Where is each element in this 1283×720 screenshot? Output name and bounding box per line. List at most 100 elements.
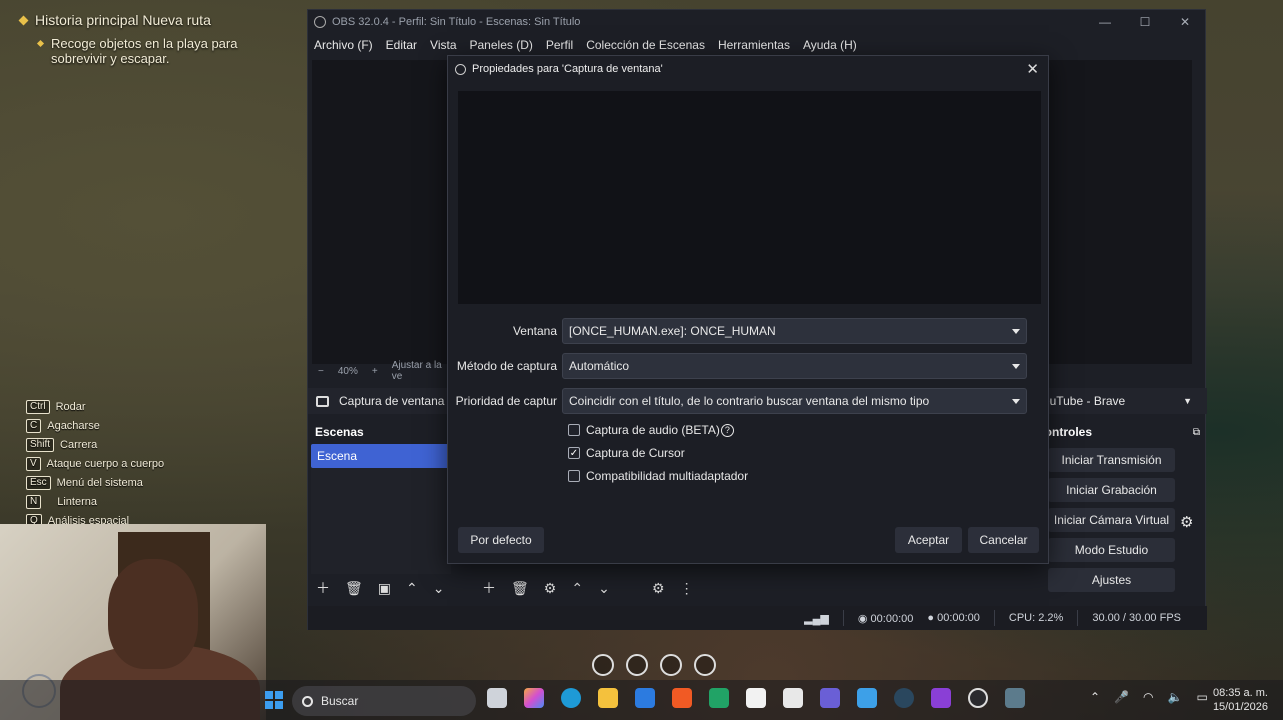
zoom-in-button[interactable]: +: [372, 366, 378, 377]
add-icon[interactable]: ＋: [482, 578, 496, 598]
battery-icon[interactable]: ▭: [1196, 690, 1207, 704]
menu-herramientas[interactable]: Herramientas: [718, 38, 790, 52]
virtual-camera-settings-icon[interactable]: ⚙: [1180, 510, 1197, 534]
clipchamp-icon[interactable]: [931, 688, 951, 708]
trash-icon[interactable]: 🗑: [511, 580, 529, 597]
key-action: Linterna: [57, 495, 97, 508]
brave-icon[interactable]: [672, 688, 692, 708]
key-hint: V Ataque cuerpo a cuerpo: [26, 454, 164, 473]
teams-icon[interactable]: [820, 688, 840, 708]
key-action: Ataque cuerpo a cuerpo: [46, 457, 165, 470]
edge-icon[interactable]: [561, 688, 581, 708]
cursor-capture-label: Captura de Cursor: [586, 446, 685, 460]
defaults-button[interactable]: Por defecto: [458, 527, 544, 553]
window-select[interactable]: YouTube - Brave ▼: [1036, 388, 1200, 414]
move-up-icon[interactable]: ⌃: [571, 580, 583, 597]
kebab-menu-icon[interactable]: ⋮: [680, 580, 694, 597]
cursor-capture-option[interactable]: ✓ Captura de Cursor: [568, 444, 685, 462]
capcut-icon[interactable]: [746, 688, 766, 708]
settings-button[interactable]: Ajustes: [1048, 568, 1175, 592]
close-icon[interactable]: ✕: [1165, 15, 1205, 29]
obs-title: OBS 32.0.4 - Perfil: Sin Título - Escena…: [332, 16, 581, 28]
quest-objective-line2: sobrevivir y escapar.: [51, 51, 170, 66]
help-icon[interactable]: ?: [720, 423, 734, 437]
maximize-icon[interactable]: ☐: [1125, 15, 1165, 29]
menu-editar[interactable]: Editar: [386, 38, 417, 52]
menu-ayuda[interactable]: Ayuda (H): [803, 38, 857, 52]
chevron-down-icon: [1012, 328, 1020, 334]
chevron-down-icon: [1012, 363, 1020, 369]
key-hints: Ctrl Rodar C Agacharse Shift Carrera V Ataqu…: [26, 397, 164, 530]
game-window-icon[interactable]: [1005, 688, 1025, 708]
key-hint: Shift Carrera: [26, 435, 164, 454]
zoom-out-button[interactable]: −: [318, 366, 324, 377]
start-virtual-camera-button[interactable]: Iniciar Cámara Virtual: [1048, 508, 1175, 532]
gear-icon[interactable]: ⚙: [652, 580, 665, 597]
fps-readout: 30.00 / 30.00 FPS: [1092, 612, 1181, 624]
multiadapter-option[interactable]: Compatibilidad multiadaptador: [568, 467, 748, 485]
start-button[interactable]: [265, 691, 283, 709]
capture-method-row: Método de captura Automático: [448, 353, 1050, 379]
task-view-icon[interactable]: [487, 688, 507, 708]
wifi-icon[interactable]: ◠: [1143, 690, 1153, 704]
status-bar: ▂▄▆ ◉ 00:00:00 ● 00:00:00 CPU: 2.2% 30.0…: [308, 606, 1207, 630]
menu-archivo[interactable]: Archivo (F): [314, 38, 373, 52]
microphone-icon[interactable]: 🎤: [1114, 690, 1129, 704]
menu-coleccion-escenas[interactable]: Colección de Escenas: [586, 38, 705, 52]
ok-button[interactable]: Aceptar: [895, 527, 962, 553]
outlook-icon[interactable]: [635, 688, 655, 708]
obs-logo-icon: [314, 16, 326, 28]
steam-icon[interactable]: [894, 688, 914, 708]
excel-icon[interactable]: [709, 688, 729, 708]
quest-title: Historia principal Nueva ruta: [35, 12, 211, 28]
add-icon[interactable]: ＋: [316, 578, 330, 598]
hud-skill-icon: [660, 654, 682, 676]
search-icon: [302, 695, 313, 707]
chevron-up-icon[interactable]: ⌃: [1090, 690, 1100, 704]
undock-icon[interactable]: ⧉: [1193, 427, 1200, 438]
copilot-icon[interactable]: [524, 688, 544, 708]
move-down-icon[interactable]: ⌄: [598, 580, 610, 597]
cancel-button[interactable]: Cancelar: [968, 527, 1039, 553]
volume-icon[interactable]: 🔈: [1168, 690, 1183, 704]
move-down-icon[interactable]: ⌄: [433, 580, 445, 597]
multiadapter-label: Compatibilidad multiadaptador: [586, 469, 749, 483]
taskbar-search[interactable]: Buscar: [292, 686, 476, 716]
window-row: Ventana [ONCE_HUMAN.exe]: ONCE_HUMAN: [448, 318, 1050, 344]
trash-icon[interactable]: 🗑: [345, 580, 363, 597]
audio-capture-option[interactable]: Captura de audio (BETA) ?: [568, 421, 734, 439]
obs-taskbar-icon[interactable]: [968, 688, 988, 708]
capture-method-select[interactable]: Automático: [562, 353, 1027, 379]
obs-titlebar: OBS 32.0.4 - Perfil: Sin Título - Escena…: [308, 10, 1205, 34]
zoom-fit-button[interactable]: Ajustar a la ve: [392, 360, 452, 382]
filter-icon[interactable]: ▣: [378, 580, 391, 597]
menu-perfil[interactable]: Perfil: [546, 38, 573, 52]
cursor-capture-checkbox[interactable]: ✓: [568, 447, 580, 459]
menu-paneles[interactable]: Paneles (D): [470, 38, 533, 52]
scene-item[interactable]: Escena: [311, 444, 451, 468]
photos-icon[interactable]: [857, 688, 877, 708]
source-name[interactable]: Captura de ventana: [339, 394, 444, 408]
capture-priority-select[interactable]: Coincidir con el título, de lo contrario…: [562, 388, 1027, 414]
key-hint: Esc Menú del sistema: [26, 473, 164, 492]
taskbar: Buscar ⌃ 🎤 ◠ 🔈 ▭ 08:35 a. m. 15/01/2026: [0, 680, 1283, 720]
zoom-level: 40%: [337, 365, 358, 377]
notepad-icon[interactable]: [783, 688, 803, 708]
quest-tracker: Historia principal Nueva ruta Recoge obj…: [18, 12, 237, 66]
start-streaming-button[interactable]: Iniciar Transmisión: [1048, 448, 1175, 472]
clock[interactable]: 08:35 a. m. 15/01/2026: [1212, 686, 1268, 714]
close-icon[interactable]: ✕: [1026, 60, 1039, 78]
start-recording-button[interactable]: Iniciar Grabación: [1048, 478, 1175, 502]
file-explorer-icon[interactable]: [598, 688, 618, 708]
window-select[interactable]: [ONCE_HUMAN.exe]: ONCE_HUMAN: [562, 318, 1027, 344]
gear-icon[interactable]: ⚙: [544, 580, 557, 597]
scenes-header: Escenas: [315, 425, 364, 439]
minimize-icon[interactable]: —: [1085, 15, 1125, 29]
menu-vista[interactable]: Vista: [430, 38, 456, 52]
capture-preview: [458, 91, 1041, 304]
audio-capture-checkbox[interactable]: [568, 424, 580, 436]
capture-method-label: Método de captura: [456, 359, 557, 373]
multiadapter-checkbox[interactable]: [568, 470, 580, 482]
studio-mode-button[interactable]: Modo Estudio: [1048, 538, 1175, 562]
move-up-icon[interactable]: ⌃: [406, 580, 418, 597]
